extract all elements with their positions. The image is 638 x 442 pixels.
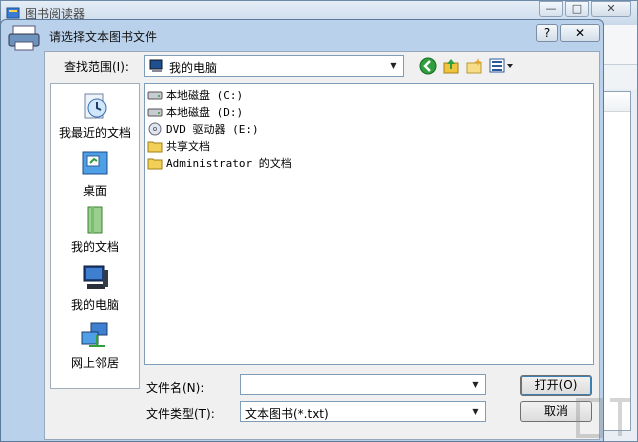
desktop-icon [82,151,108,175]
my-computer-icon [83,265,108,289]
file-name: 共享文档 [166,139,210,153]
folder-icon [147,158,163,169]
file-name: 本地磁盘 (D:) [166,105,244,119]
minimize-button[interactable]: — [539,1,563,17]
back-icon[interactable] [418,56,438,76]
open-button[interactable]: 打开(O) [520,375,592,396]
chevron-down-icon[interactable]: ▼ [468,377,483,392]
place-desktop[interactable]: 桌面 [51,148,139,204]
place-recent-documents[interactable]: 我最近的文档 [51,90,139,146]
close-button[interactable]: ✕ [591,1,631,17]
background-window-controls: — □ ✕ [539,1,631,17]
chevron-down-icon[interactable]: ▼ [468,404,483,419]
look-in-label: 查找范围(I): [64,60,129,74]
dialog-app-icon [8,25,40,51]
file-list[interactable]: 本地磁盘 (C:) 本地磁盘 (D:) DVD 驱动器 (E:) 共享文档 Ad… [144,83,594,365]
list-item[interactable]: 本地磁盘 (C:) [147,86,243,103]
file-name-input[interactable]: ▼ [240,374,486,395]
look-in-value: 我的电脑 [169,61,218,75]
place-label: 网上邻居 [70,356,119,370]
file-name: Administrator 的文档 [166,156,292,170]
file-name: DVD 驱动器 (E:) [166,122,259,136]
list-item[interactable]: 共享文档 [147,137,210,154]
maximize-button[interactable]: □ [565,1,589,17]
places-bar: 我最近的文档 桌面 我的文档 我的电脑 网上邻居 [50,83,140,389]
file-type-dropdown[interactable]: 文本图书(*.txt) ▼ [240,401,486,422]
place-network-places[interactable]: 网上邻居 [51,320,139,376]
my-computer-small-icon [149,59,163,72]
look-in-dropdown[interactable]: 我的电脑 ▼ [144,55,404,77]
file-name: 本地磁盘 (C:) [166,88,244,102]
help-button[interactable]: ? [536,24,558,42]
place-label: 桌面 [82,184,107,198]
place-label: 我的电脑 [70,298,119,312]
list-item[interactable]: 本地磁盘 (D:) [147,103,243,120]
list-item[interactable]: Administrator 的文档 [147,154,292,171]
watermark-logo [576,398,630,438]
dialog-title: 请选择文本图书文件 [49,30,158,44]
chevron-down-icon[interactable]: ▼ [386,58,401,73]
view-menu-icon[interactable] [488,56,516,76]
file-type-value: 文本图书(*.txt) [245,407,329,421]
folder-icon [147,141,163,152]
hard-drive-icon [147,91,163,99]
place-label: 我的文档 [70,240,119,254]
new-folder-icon[interactable] [464,56,484,76]
recent-documents-icon [84,93,107,119]
file-name-label: 文件名(N): [146,381,205,395]
network-places-icon [81,322,108,347]
dialog-close-button[interactable]: ✕ [560,24,600,42]
list-item[interactable]: DVD 驱动器 (E:) [147,120,259,137]
hard-drive-icon [147,108,163,116]
place-label: 我最近的文档 [58,126,131,140]
place-my-documents[interactable]: 我的文档 [51,204,139,260]
place-my-computer[interactable]: 我的电脑 [51,262,139,318]
up-folder-icon[interactable] [441,56,461,76]
dvd-drive-icon [148,122,162,135]
file-type-label: 文件类型(T): [146,407,215,421]
my-documents-icon [87,206,103,234]
